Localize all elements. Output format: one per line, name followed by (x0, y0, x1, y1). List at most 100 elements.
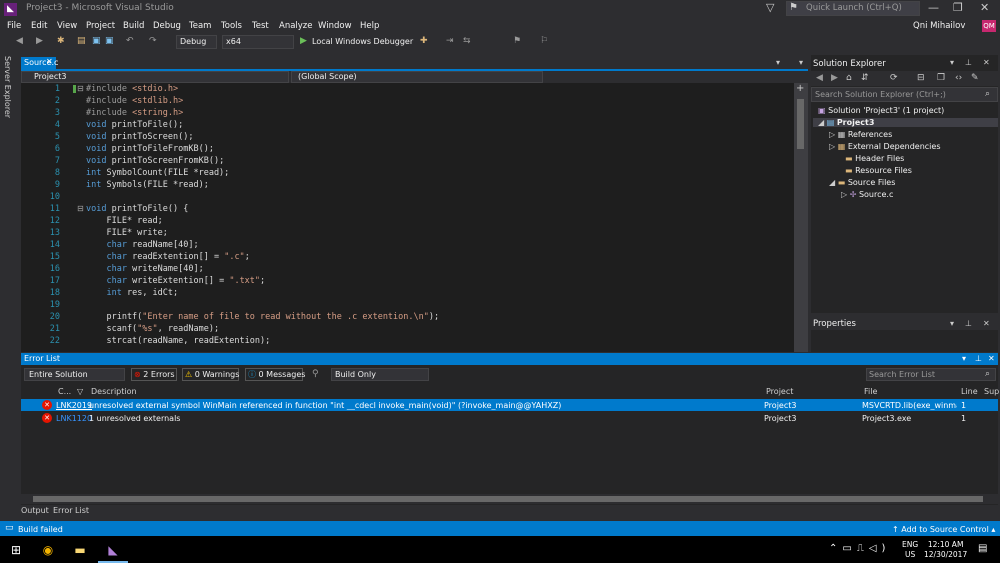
code-line[interactable]: char readName[40]; (86, 240, 198, 250)
input-language[interactable]: ENG US (902, 540, 918, 560)
tree-item-resource-files[interactable]: ▬ Resource Files (845, 166, 912, 175)
menu-debug[interactable]: Debug (153, 21, 181, 31)
home-icon[interactable]: ⌂ (846, 73, 852, 83)
panel-close-icon[interactable]: ✕ (983, 58, 990, 67)
system-tray-icons[interactable]: ⌃▭⎍◁) (829, 543, 890, 554)
file-explorer-icon[interactable]: ▬ (70, 540, 90, 560)
pin-icon[interactable]: ⊥ (965, 58, 972, 67)
tab-dropdown-icon[interactable]: ▾ (799, 58, 803, 67)
menu-window[interactable]: Window (318, 21, 352, 31)
solution-configuration-select[interactable]: Debug (176, 35, 217, 49)
solution-platform-select[interactable]: x64 (222, 35, 294, 49)
tree-item-external-dependencies[interactable]: ▷ ▦ External Dependencies (829, 142, 940, 151)
menu-build[interactable]: Build (123, 21, 144, 31)
chrome-icon[interactable]: ◉ (38, 540, 58, 560)
add-to-source-control-button[interactable]: ↑ Add to Source Control ▴ (892, 525, 995, 534)
user-name[interactable]: Qni Mihailov (913, 21, 965, 31)
menu-tools[interactable]: Tools (221, 21, 242, 31)
menu-file[interactable]: File (7, 21, 21, 31)
code-line[interactable]: void printToFile() { (86, 204, 188, 214)
error-code-link[interactable]: LNK2019 (56, 401, 92, 410)
column-description[interactable]: Description (91, 387, 137, 396)
expand-arrow-icon[interactable]: ▷ (829, 130, 835, 139)
code-line[interactable]: strcat(readName, readExtention); (86, 336, 270, 346)
column-code[interactable]: C... (58, 387, 71, 396)
step-icon[interactable]: ⇥ (446, 36, 454, 46)
pin-icon[interactable]: ⊥ (975, 354, 982, 363)
error-list-scroll-thumb[interactable] (33, 496, 983, 502)
scope-nav-dropdown[interactable]: (Global Scope) (291, 71, 543, 83)
split-window-icon[interactable]: + (796, 83, 804, 94)
expand-arrow-icon[interactable]: ▷ (829, 142, 835, 151)
bookmark-next-icon[interactable]: ⚐ (540, 36, 548, 46)
collapse-all-icon[interactable]: ⊟ (917, 73, 925, 83)
code-line[interactable]: FILE* write; (86, 228, 167, 238)
start-debugger-button[interactable]: Local Windows Debugger (312, 37, 413, 46)
search-icon[interactable]: ⌕ (985, 369, 990, 379)
action-center-icon[interactable]: ▤ (978, 543, 987, 554)
error-code-link[interactable]: LNK1120 (56, 414, 92, 423)
code-line[interactable]: void printToScreen(); (86, 132, 193, 142)
code-line[interactable]: char writeName[40]; (86, 264, 203, 274)
server-explorer-tab[interactable]: Server Explorer (3, 56, 12, 118)
code-line[interactable]: char readExtention[] = ".c"; (86, 252, 249, 262)
tab-error-list[interactable]: Error List (53, 506, 89, 515)
menu-team[interactable]: Team (189, 21, 211, 31)
build-filter-select[interactable]: Build Only (331, 368, 429, 381)
project-nav-dropdown[interactable]: Project3 (21, 71, 289, 83)
notification-filter-icon[interactable]: ▽ (766, 1, 774, 14)
code-line[interactable]: #include <stdlib.h> (86, 96, 183, 106)
menu-view[interactable]: View (57, 21, 77, 31)
tree-item-source-files[interactable]: ◢ ▬ Source Files (829, 178, 895, 187)
tab-overflow-icon[interactable]: ▾ (776, 58, 780, 67)
forward-icon[interactable]: ▶ (36, 36, 43, 46)
collapse-icon[interactable]: ⊟ (77, 204, 84, 213)
properties-wrench-icon[interactable]: ✎ (971, 73, 979, 83)
errors-filter-button[interactable]: ⊗ 2 Errors (131, 368, 177, 381)
code-line[interactable]: void printToScreenFromKB(); (86, 156, 224, 166)
tree-item-header-files[interactable]: ▬ Header Files (845, 154, 904, 163)
close-button[interactable]: ✕ (980, 1, 989, 14)
code-line[interactable]: #include <stdio.h> (86, 84, 178, 94)
column-project[interactable]: Project (766, 387, 793, 396)
view-code-icon[interactable]: ‹› (955, 73, 962, 83)
expand-arrow-icon[interactable]: ◢ (829, 178, 835, 187)
start-debugging-icon[interactable]: ▶ (300, 36, 307, 46)
column-file[interactable]: File (864, 387, 877, 396)
messages-filter-button[interactable]: ⓘ 0 Messages (245, 368, 305, 381)
panel-close-icon[interactable]: ✕ (988, 354, 995, 363)
code-line[interactable]: FILE* read; (86, 216, 162, 226)
minimize-button[interactable]: — (928, 1, 939, 14)
code-line[interactable]: int res, idCt; (86, 288, 178, 298)
step-over-icon[interactable]: ⇆ (463, 36, 471, 46)
code-line[interactable]: #include <string.h> (86, 108, 183, 118)
expand-arrow-icon[interactable]: ◢ (818, 118, 824, 127)
warnings-filter-button[interactable]: ⚠ 0 Warnings (182, 368, 239, 381)
pin-icon[interactable]: ⊥ (965, 319, 972, 328)
system-clock[interactable]: 12:10 AM 12/30/2017 (924, 540, 967, 560)
tree-item-references[interactable]: ▷ ▦ References (829, 130, 892, 139)
visual-studio-taskbar-icon[interactable]: ◣ (103, 540, 123, 560)
sync-icon[interactable]: ⟳ (890, 73, 898, 83)
panel-options-icon[interactable]: ▾ (950, 319, 954, 328)
column-suppression[interactable]: Sup (984, 387, 999, 396)
attach-icon[interactable]: ✚ (420, 36, 428, 46)
panel-close-icon[interactable]: ✕ (983, 319, 990, 328)
code-line[interactable]: int Symbols(FILE *read); (86, 180, 209, 190)
redo-icon[interactable]: ↷ (149, 36, 157, 46)
menu-project[interactable]: Project (86, 21, 115, 31)
tree-item-source-c[interactable]: ▷ ✢ Source.c (841, 190, 893, 199)
tree-item-project[interactable]: ◢ ▤ Project3 (813, 118, 998, 127)
code-line[interactable]: scanf("%s", readName); (86, 324, 219, 334)
panel-options-icon[interactable]: ▾ (962, 354, 966, 363)
sort-icon[interactable]: ▽ (77, 387, 83, 396)
back-icon[interactable]: ◀ (816, 73, 823, 83)
tab-output[interactable]: Output (21, 506, 49, 515)
filter-icon[interactable]: ⚲ (312, 369, 319, 379)
column-line[interactable]: Line (961, 387, 978, 396)
panel-options-icon[interactable]: ▾ (950, 58, 954, 67)
windows-start-icon[interactable]: ⊞ (6, 540, 26, 560)
menu-help[interactable]: Help (360, 21, 379, 31)
code-line[interactable]: void printToFileFromKB(); (86, 144, 214, 154)
search-icon[interactable]: ⌕ (985, 89, 990, 99)
